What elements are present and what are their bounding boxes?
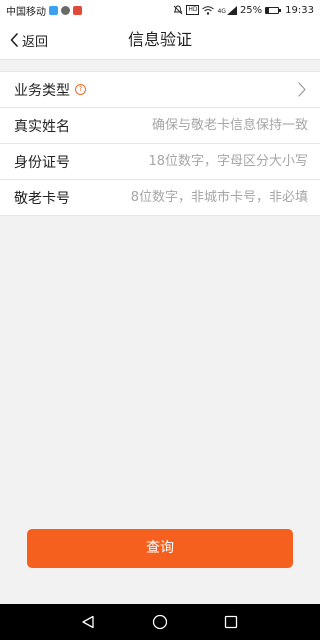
chevron-left-icon (10, 33, 18, 47)
id-number-label-wrap: 身份证号 (0, 152, 106, 172)
senior-card-label-wrap: 敬老卡号 (0, 188, 106, 208)
screen: 中国移动 HD 4G 25% 19:33 返回 信息验证 业务类型 ? 真实姓名… (0, 0, 320, 640)
hd-icon: HD (186, 5, 200, 15)
navigation-bar: 返回 信息验证 (0, 20, 320, 60)
chevron-right-icon (298, 82, 306, 97)
system-recents-button[interactable] (213, 604, 249, 640)
real-name-label-wrap: 真实姓名 (0, 116, 106, 136)
id-number-input[interactable] (106, 143, 320, 180)
query-button[interactable]: 查询 (27, 529, 293, 568)
senior-card-label: 敬老卡号 (14, 190, 70, 207)
triangle-back-icon (82, 615, 94, 629)
message-notification-icon (61, 5, 70, 15)
business-type-label: 业务类型 (14, 82, 70, 99)
system-back-button[interactable] (70, 604, 106, 640)
carrier-label: 中国移动 (6, 6, 46, 18)
real-name-label: 真实姓名 (14, 118, 70, 135)
id-number-label: 身份证号 (14, 154, 70, 171)
back-button[interactable]: 返回 (10, 20, 48, 60)
battery-level (266, 7, 270, 13)
status-bar-right: HD 4G 25% 19:33 (173, 5, 320, 16)
app-notification-icon-2 (73, 5, 82, 15)
real-name-input[interactable] (106, 107, 320, 144)
app-notification-icon (49, 5, 58, 15)
battery-icon (265, 6, 282, 14)
real-name-row: 真实姓名 (0, 107, 320, 144)
verification-form: 业务类型 ? 真实姓名 身份证号 敬老卡号 (0, 71, 320, 216)
id-number-row: 身份证号 (0, 143, 320, 180)
system-navigation-bar (0, 604, 320, 640)
business-type-row[interactable]: 业务类型 ? (0, 72, 320, 108)
senior-card-input[interactable] (106, 179, 320, 216)
battery-percent: 25% (239, 4, 263, 16)
system-home-button[interactable] (142, 604, 178, 640)
network-type-label: 4G (217, 7, 226, 15)
business-type-label-wrap: 业务类型 ? (0, 80, 106, 100)
back-label: 返回 (22, 34, 49, 50)
wifi-icon (202, 5, 215, 15)
clock: 19:33 (285, 4, 314, 16)
circle-home-icon (152, 614, 168, 630)
senior-card-row: 敬老卡号 (0, 179, 320, 216)
help-icon[interactable]: ? (75, 84, 86, 95)
square-recents-icon (224, 615, 238, 629)
mute-icon (174, 5, 183, 15)
signal-icon (226, 5, 237, 15)
status-bar: 中国移动 HD 4G 25% 19:33 (0, 0, 320, 20)
status-bar-left: 中国移动 (0, 3, 82, 18)
